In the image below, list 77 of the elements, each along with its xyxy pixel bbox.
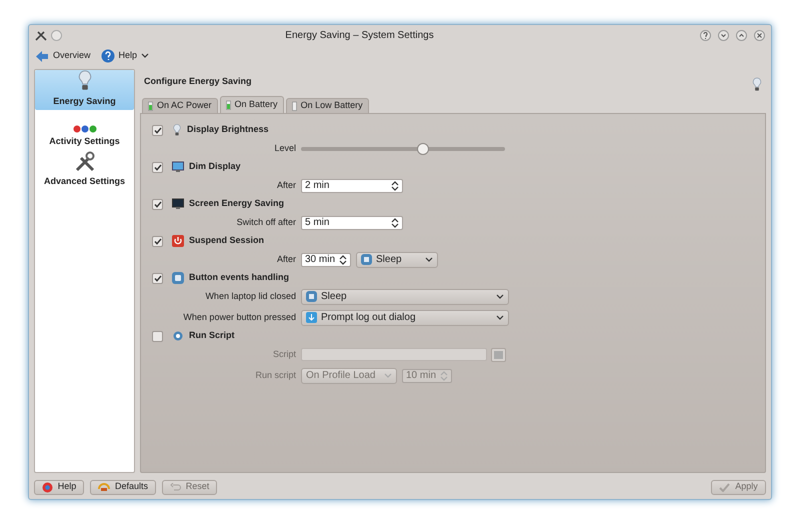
help-icon[interactable] [700, 30, 711, 40]
field-label: Level [273, 142, 296, 155]
section-title: Suspend Session [189, 234, 264, 248]
checkbox[interactable] [152, 162, 163, 172]
check-icon [719, 482, 730, 492]
check-icon [154, 200, 162, 208]
tab[interactable]: On Battery [220, 96, 284, 113]
tab[interactable]: On Low Battery [286, 98, 369, 113]
spin-arrows-icon [391, 218, 399, 228]
download-icon [306, 312, 317, 323]
level-slider[interactable] [301, 142, 505, 154]
caret-icon [425, 256, 433, 262]
section-title: Run Script [189, 329, 235, 342]
help-button[interactable]: Help [34, 480, 84, 494]
caret-icon [496, 314, 504, 320]
checkbox[interactable] [152, 330, 163, 342]
spin-field[interactable]: 2 min [301, 178, 403, 192]
check-icon [154, 164, 162, 170]
close-icon[interactable] [754, 30, 765, 40]
battery-icon [292, 101, 297, 111]
defaults-icon [98, 482, 110, 492]
check-icon [154, 238, 162, 244]
script-field[interactable] [301, 348, 487, 361]
caret-icon [384, 372, 392, 378]
spin-field[interactable]: 30 min [301, 252, 351, 266]
sidebar-item[interactable]: Activity Settings [35, 110, 134, 150]
dots-icon [72, 124, 96, 132]
spin-arrows-icon [391, 180, 399, 190]
power-icon [172, 235, 184, 247]
minimize-icon[interactable] [718, 30, 729, 40]
field-label: Script [272, 348, 296, 361]
monitor-icon [172, 161, 184, 173]
spin-arrows-icon [440, 370, 448, 380]
help-icon [100, 49, 115, 63]
check-icon [154, 126, 162, 134]
section-title: Screen Energy Saving [189, 197, 284, 210]
overview-button[interactable]: Overview [33, 47, 93, 65]
action-icon [361, 254, 372, 265]
battery-icon [148, 101, 153, 111]
caret-icon [496, 294, 504, 300]
defaults-button[interactable]: Defaults [90, 480, 156, 494]
dropdown[interactable]: Sleep [356, 252, 438, 268]
section-title: Dim Display [189, 160, 241, 174]
check-icon [154, 274, 162, 282]
spin-field[interactable]: 5 min [301, 216, 403, 230]
section-title: Display Brightness [187, 123, 269, 136]
checkbox[interactable] [152, 198, 163, 210]
checkbox[interactable] [152, 272, 163, 284]
section-title: Button events handling [189, 271, 289, 284]
sidebar-item[interactable]: Energy Saving [35, 70, 134, 110]
button-icon [172, 272, 184, 284]
field-label: When power button pressed [182, 310, 296, 324]
field-label: After [276, 178, 296, 192]
page-heading: Configure Energy Saving [144, 75, 252, 88]
field-label: Switch off after [236, 216, 296, 229]
field-label: Run script [254, 368, 296, 382]
back-arrow-icon [35, 50, 49, 62]
window-title: Energy Saving – System Settings [284, 28, 435, 42]
checkbox[interactable] [152, 124, 163, 136]
lifebuoy-icon [42, 482, 53, 492]
checkbox[interactable] [152, 236, 163, 246]
tab[interactable]: On AC Power [142, 98, 218, 113]
bulb-icon [752, 77, 762, 93]
field-label: When laptop lid closed [204, 290, 296, 303]
dropdown[interactable]: Sleep [301, 288, 509, 304]
monitor-icon [172, 198, 184, 210]
field-label: After [276, 252, 296, 266]
caret-icon [141, 53, 150, 59]
battery-icon [226, 100, 231, 110]
help-button[interactable]: Help [98, 47, 152, 65]
undo-icon [170, 482, 181, 492]
sidebar-item[interactable]: Advanced Settings [35, 150, 134, 190]
spin-arrows-icon [339, 254, 347, 264]
action-icon [306, 291, 317, 302]
dropdown[interactable]: Prompt log out dialog [301, 310, 509, 326]
bulb-icon [172, 124, 182, 136]
maximize-icon[interactable] [736, 30, 747, 40]
